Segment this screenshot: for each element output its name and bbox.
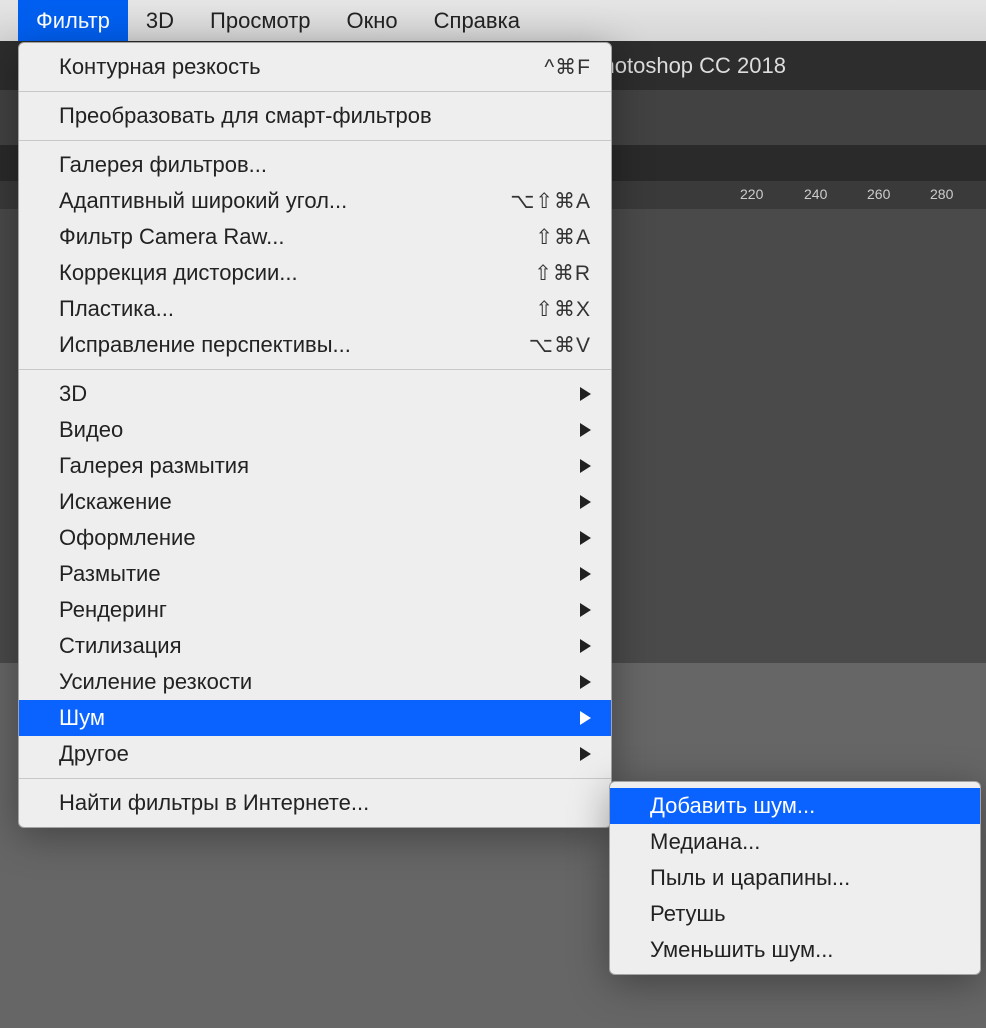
menu-item-browse-online[interactable]: Найти фильтры в Интернете... xyxy=(19,785,611,821)
menu-item-shortcut: ⌥⇧⌘A xyxy=(510,189,591,214)
menu-item-label: Контурная резкость xyxy=(59,54,544,80)
menu-item-last-filter[interactable]: Контурная резкость ^⌘F xyxy=(19,49,611,85)
menu-item-vanishing-point[interactable]: Исправление перспективы...⌥⌘V xyxy=(19,327,611,363)
menu-item-lens-correction[interactable]: Коррекция дисторсии...⇧⌘R xyxy=(19,255,611,291)
menu-separator xyxy=(19,369,611,370)
menu-item-label: 3D xyxy=(59,381,580,407)
menubar-item-help[interactable]: Справка xyxy=(416,0,538,41)
menu-separator xyxy=(19,91,611,92)
menu-item-sharpen[interactable]: Усиление резкости xyxy=(19,664,611,700)
menu-item-label: Искажение xyxy=(59,489,580,515)
menu-item-label: Усиление резкости xyxy=(59,669,580,695)
menubar-item-label: Фильтр xyxy=(36,8,110,34)
menu-separator xyxy=(19,778,611,779)
menu-item-label: Коррекция дисторсии... xyxy=(59,260,534,286)
menu-item-shortcut: ⇧⌘A xyxy=(535,225,591,250)
menu-item-video[interactable]: Видео xyxy=(19,412,611,448)
menubar-item-label: 3D xyxy=(146,8,174,34)
menu-item-label: Фильтр Camera Raw... xyxy=(59,224,535,250)
submenu-item-despeckle[interactable]: Ретушь xyxy=(610,896,980,932)
submenu-item-label: Уменьшить шум... xyxy=(650,937,833,963)
menu-item-label: Шум xyxy=(59,705,580,731)
submenu-item-label: Пыль и царапины... xyxy=(650,865,850,891)
menu-item-filter-gallery[interactable]: Галерея фильтров... xyxy=(19,147,611,183)
menu-item-blur-gallery[interactable]: Галерея размытия xyxy=(19,448,611,484)
menubar: Фильтр 3D Просмотр Окно Справка xyxy=(0,0,986,41)
menu-item-label: Другое xyxy=(59,741,580,767)
submenu-item-label: Добавить шум... xyxy=(650,793,815,819)
menu-item-label: Исправление перспективы... xyxy=(59,332,529,358)
menu-item-label: Галерея размытия xyxy=(59,453,580,479)
submenu-arrow-icon xyxy=(580,495,591,509)
menu-item-3d[interactable]: 3D xyxy=(19,376,611,412)
menubar-item-label: Справка xyxy=(434,8,520,34)
menu-item-shortcut: ⇧⌘X xyxy=(535,297,591,322)
menu-item-other[interactable]: Другое xyxy=(19,736,611,772)
menu-item-distort[interactable]: Искажение xyxy=(19,484,611,520)
submenu-item-reduce-noise[interactable]: Уменьшить шум... xyxy=(610,932,980,968)
menubar-item-label: Окно xyxy=(347,8,398,34)
submenu-item-median[interactable]: Медиана... xyxy=(610,824,980,860)
submenu-item-label: Ретушь xyxy=(650,901,726,927)
menu-item-camera-raw[interactable]: Фильтр Camera Raw...⇧⌘A xyxy=(19,219,611,255)
submenu-arrow-icon xyxy=(580,567,591,581)
menu-item-liquify[interactable]: Пластика...⇧⌘X xyxy=(19,291,611,327)
submenu-arrow-icon xyxy=(580,603,591,617)
noise-submenu: Добавить шум... Медиана... Пыль и царапи… xyxy=(609,781,981,975)
menu-item-label: Пластика... xyxy=(59,296,535,322)
menu-item-pixelate[interactable]: Оформление xyxy=(19,520,611,556)
menu-item-label: Найти фильтры в Интернете... xyxy=(59,790,591,816)
menu-item-render[interactable]: Рендеринг xyxy=(19,592,611,628)
submenu-item-add-noise[interactable]: Добавить шум... xyxy=(610,788,980,824)
menu-item-convert-smart[interactable]: Преобразовать для смарт-фильтров xyxy=(19,98,611,134)
submenu-arrow-icon xyxy=(580,747,591,761)
filter-menu: Контурная резкость ^⌘F Преобразовать для… xyxy=(18,42,612,828)
menubar-item-label: Просмотр xyxy=(210,8,310,34)
menu-item-stylize[interactable]: Стилизация xyxy=(19,628,611,664)
ruler-tick: 240 xyxy=(804,186,827,202)
menu-item-adaptive-wide-angle[interactable]: Адаптивный широкий угол...⌥⇧⌘A xyxy=(19,183,611,219)
menubar-item-view[interactable]: Просмотр xyxy=(192,0,328,41)
menu-item-label: Размытие xyxy=(59,561,580,587)
submenu-arrow-icon xyxy=(580,639,591,653)
submenu-item-dust-scratches[interactable]: Пыль и царапины... xyxy=(610,860,980,896)
menu-item-label: Преобразовать для смарт-фильтров xyxy=(59,103,591,129)
menu-item-label: Стилизация xyxy=(59,633,580,659)
ruler-tick: 260 xyxy=(867,186,890,202)
submenu-arrow-icon xyxy=(580,531,591,545)
menu-item-blur[interactable]: Размытие xyxy=(19,556,611,592)
menu-item-noise[interactable]: Шум xyxy=(19,700,611,736)
menubar-item-window[interactable]: Окно xyxy=(329,0,416,41)
submenu-arrow-icon xyxy=(580,387,591,401)
submenu-arrow-icon xyxy=(580,675,591,689)
submenu-arrow-icon xyxy=(580,459,591,473)
menubar-item-filter[interactable]: Фильтр xyxy=(18,0,128,41)
ruler-tick: 280 xyxy=(930,186,953,202)
menu-item-shortcut: ⌥⌘V xyxy=(529,333,591,358)
menu-separator xyxy=(19,140,611,141)
submenu-item-label: Медиана... xyxy=(650,829,760,855)
ruler-tick: 220 xyxy=(740,186,763,202)
menu-item-label: Рендеринг xyxy=(59,597,580,623)
submenu-arrow-icon xyxy=(580,423,591,437)
menu-item-label: Оформление xyxy=(59,525,580,551)
menu-item-label: Галерея фильтров... xyxy=(59,152,591,178)
submenu-arrow-icon xyxy=(580,711,591,725)
menu-item-shortcut: ^⌘F xyxy=(544,55,591,80)
menubar-item-3d[interactable]: 3D xyxy=(128,0,192,41)
menu-item-label: Адаптивный широкий угол... xyxy=(59,188,510,214)
menu-item-shortcut: ⇧⌘R xyxy=(534,261,591,286)
menu-item-label: Видео xyxy=(59,417,580,443)
